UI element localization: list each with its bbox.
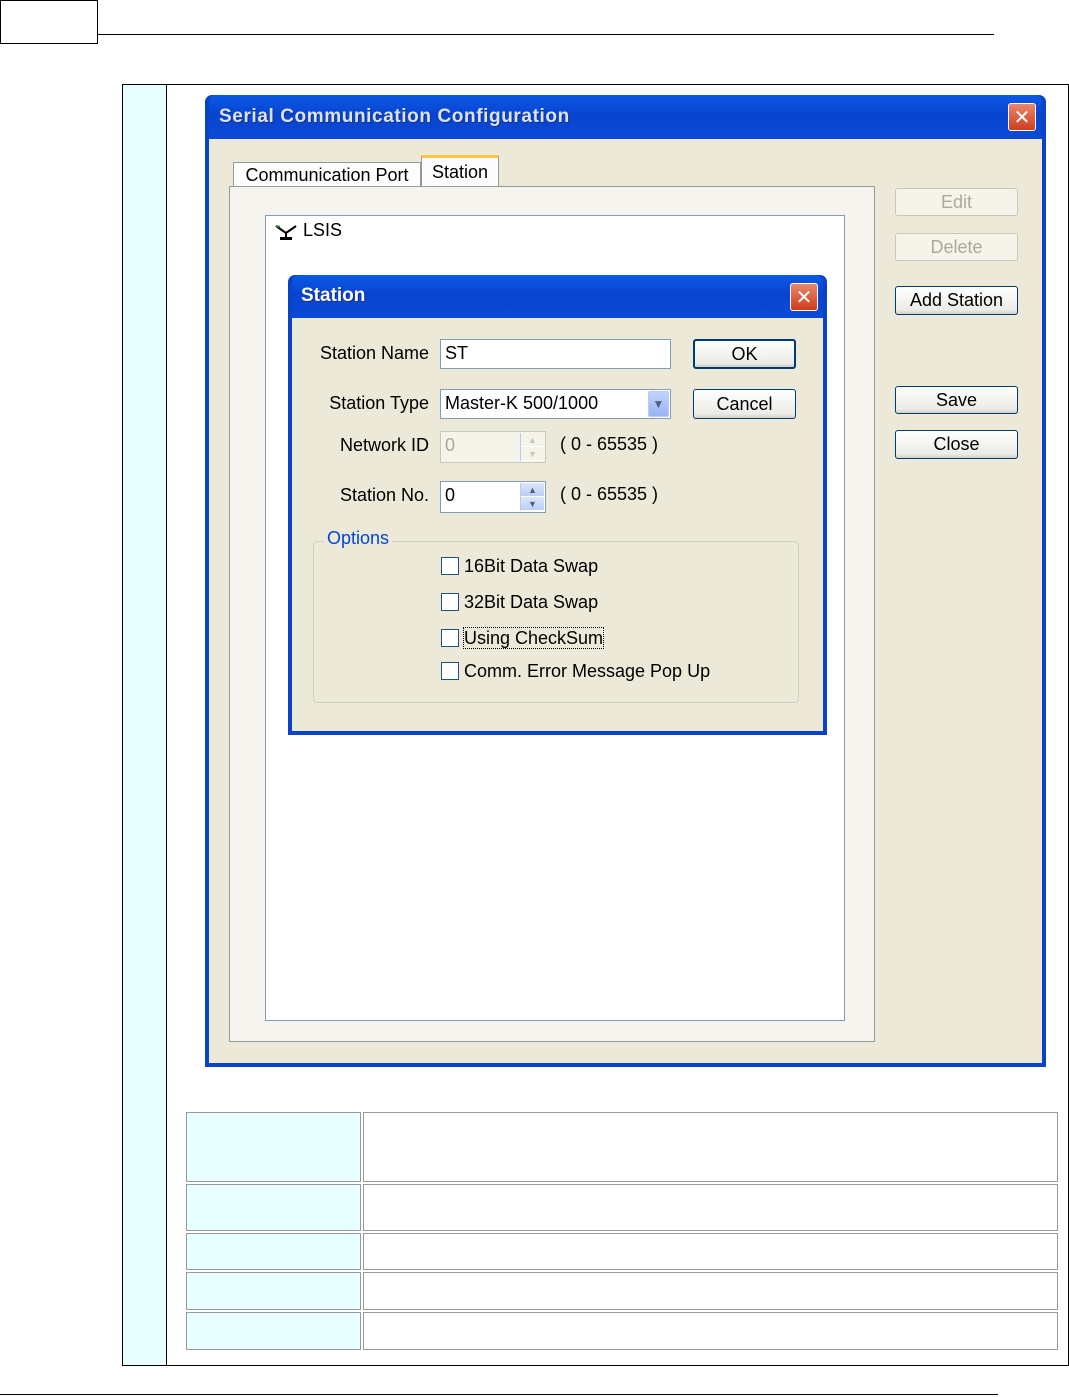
tab-communication-port[interactable]: Communication Port bbox=[233, 162, 421, 187]
network-id-label: Network ID bbox=[339, 435, 429, 455]
options-group: Options 16Bit Data Swap 32Bit Data Swap … bbox=[313, 528, 799, 703]
add-station-button[interactable]: Add Station bbox=[895, 286, 1018, 315]
table-cell-value bbox=[363, 1184, 1058, 1231]
close-icon[interactable]: ✕ bbox=[790, 283, 818, 311]
network-id-value: 0 bbox=[445, 435, 456, 455]
table-row bbox=[186, 1112, 1058, 1182]
antenna-icon bbox=[274, 221, 298, 241]
station-no-value: 0 bbox=[445, 485, 456, 505]
table-row bbox=[186, 1312, 1058, 1350]
station-no-range: ( 0 - 65535 ) bbox=[560, 484, 659, 504]
station-type-value: Master-K 500/1000 bbox=[445, 393, 599, 413]
options-legend: Options bbox=[324, 528, 393, 549]
checkbox-label: Using CheckSum bbox=[462, 627, 605, 649]
spin-up-icon[interactable]: ▲ bbox=[521, 483, 544, 497]
table-cell-value bbox=[363, 1272, 1058, 1310]
checkbox-box[interactable] bbox=[441, 662, 459, 680]
table-cell-key bbox=[186, 1112, 361, 1182]
table-row bbox=[186, 1272, 1058, 1310]
station-dialog: Station ✕ Station Name ST Station Type M… bbox=[288, 275, 827, 735]
checkbox-16bit-data-swap[interactable]: 16Bit Data Swap bbox=[441, 556, 598, 578]
tree-node-label: LSIS bbox=[303, 220, 343, 240]
table-cell-value bbox=[363, 1112, 1058, 1182]
table-cell-value bbox=[363, 1312, 1058, 1350]
page-number-box bbox=[0, 0, 98, 44]
station-no-spin[interactable]: ▲ ▼ bbox=[520, 483, 544, 511]
table-cell-key bbox=[186, 1233, 361, 1270]
tab-station[interactable]: Station bbox=[421, 155, 499, 187]
network-id-range: ( 0 - 65535 ) bbox=[560, 434, 659, 454]
main-dialog-title: Serial Communication Configuration bbox=[219, 106, 570, 127]
footer-rule bbox=[0, 1394, 998, 1395]
station-titlebar[interactable]: Station ✕ bbox=[292, 275, 823, 318]
ok-button[interactable]: OK bbox=[693, 339, 796, 369]
save-button[interactable]: Save bbox=[895, 386, 1018, 414]
network-id-spin[interactable]: ▲ ▼ bbox=[520, 433, 544, 461]
checkbox-box[interactable] bbox=[441, 557, 459, 575]
checkbox-using-checksum[interactable]: Using CheckSum bbox=[441, 627, 605, 650]
cancel-button[interactable]: Cancel bbox=[693, 389, 796, 419]
tree-node-root[interactable]: LSIS bbox=[274, 220, 342, 241]
checkbox-label: Comm. Error Message Pop Up bbox=[464, 661, 711, 681]
close-icon[interactable]: ✕ bbox=[1008, 103, 1036, 131]
station-name-input[interactable]: ST bbox=[440, 339, 671, 369]
station-dialog-body: Station Name ST Station Type Master-K 50… bbox=[292, 318, 823, 731]
table-row bbox=[186, 1184, 1058, 1231]
station-dialog-title: Station bbox=[301, 285, 366, 306]
checkbox-label: 32Bit Data Swap bbox=[464, 592, 599, 612]
delete-button[interactable]: Delete bbox=[895, 233, 1018, 261]
checkbox-32bit-data-swap[interactable]: 32Bit Data Swap bbox=[441, 592, 598, 614]
checkbox-box[interactable] bbox=[441, 629, 459, 647]
table-cell-key bbox=[186, 1272, 361, 1310]
checkbox-box[interactable] bbox=[441, 593, 459, 611]
network-id-stepper[interactable]: 0 ▲ ▼ bbox=[440, 431, 546, 463]
station-name-label: Station Name bbox=[319, 343, 429, 363]
spin-down-icon[interactable]: ▼ bbox=[521, 497, 544, 511]
station-type-select[interactable]: Master-K 500/1000 ▼ bbox=[440, 389, 671, 419]
station-no-stepper[interactable]: 0 ▲ ▼ bbox=[440, 481, 546, 513]
station-type-label: Station Type bbox=[329, 393, 429, 413]
header-rule bbox=[98, 34, 994, 35]
close-button[interactable]: Close bbox=[895, 430, 1018, 459]
checkbox-comm-error-popup[interactable]: Comm. Error Message Pop Up bbox=[441, 661, 710, 683]
table-cell-key bbox=[186, 1312, 361, 1350]
table-cell-value bbox=[363, 1233, 1058, 1270]
main-titlebar[interactable]: Serial Communication Configuration ✕ bbox=[209, 95, 1042, 139]
spin-down-icon[interactable]: ▼ bbox=[521, 447, 544, 461]
spin-up-icon[interactable]: ▲ bbox=[521, 433, 544, 447]
table-row bbox=[186, 1233, 1058, 1270]
station-no-label: Station No. bbox=[339, 485, 429, 505]
side-strip bbox=[123, 85, 167, 1365]
edit-button[interactable]: Edit bbox=[895, 188, 1018, 216]
table-cell-key bbox=[186, 1184, 361, 1231]
chevron-down-icon[interactable]: ▼ bbox=[648, 391, 669, 417]
checkbox-label: 16Bit Data Swap bbox=[464, 556, 599, 576]
